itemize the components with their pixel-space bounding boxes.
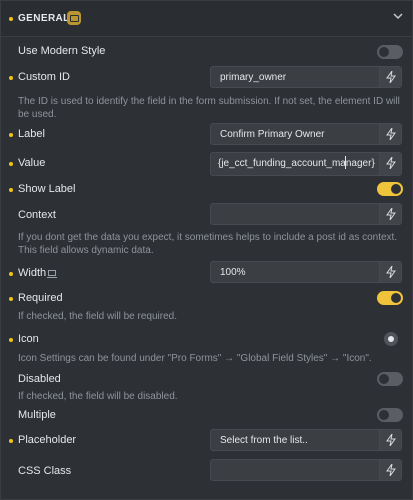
disabled-label: Disabled (18, 373, 61, 385)
toggle-knob (379, 410, 389, 420)
required-toggle[interactable] (377, 291, 403, 305)
show-label-toggle[interactable] (377, 182, 403, 196)
text-caret (345, 156, 346, 169)
dynamic-data-button[interactable] (379, 262, 401, 282)
label-input[interactable]: Confirm Primary Owner (210, 123, 402, 145)
value-value: {je_cct_funding_account_manager} (218, 158, 375, 169)
value-input[interactable]: {je_cct_funding_account_manager} (210, 152, 402, 176)
dynamic-data-button[interactable] (379, 124, 401, 144)
element-badge-icon (67, 11, 81, 25)
section-title: GENERAL (18, 13, 70, 24)
custom-id-label: Custom ID (18, 71, 70, 83)
bolt-icon (386, 71, 396, 83)
bolt-icon (386, 434, 396, 446)
toggle-knob (391, 184, 401, 194)
context-label: Context (18, 209, 56, 221)
custom-id-input[interactable]: primary_owner (210, 66, 402, 88)
icon-picker-icon[interactable] (384, 332, 398, 346)
accent-dot (9, 17, 13, 21)
icon-description: Icon Settings can be found under "Pro Fo… (18, 353, 372, 364)
label-value: Confirm Primary Owner (220, 129, 325, 140)
width-value: 100% (220, 267, 246, 278)
width-label: Width (18, 267, 47, 279)
changed-dot (9, 188, 13, 192)
context-input[interactable] (210, 203, 402, 225)
chevron-down-icon[interactable] (391, 9, 405, 23)
css-class-input[interactable] (210, 459, 402, 481)
disabled-description: If checked, the field will be disabled. (18, 391, 178, 402)
modern-style-label: Use Modern Style (18, 45, 106, 57)
label-field-label: Label (18, 128, 45, 140)
width-input[interactable]: 100% (210, 261, 402, 283)
multiple-label: Multiple (18, 409, 56, 421)
placeholder-label: Placeholder (18, 434, 77, 446)
dynamic-data-button[interactable] (379, 460, 401, 480)
required-label: Required (18, 292, 63, 304)
changed-dot (9, 272, 13, 276)
dynamic-data-button[interactable] (379, 153, 401, 175)
settings-panel: GENERAL Use Modern Style Custom ID prima… (0, 0, 413, 500)
multiple-toggle[interactable] (377, 408, 403, 422)
bolt-icon (386, 208, 396, 220)
dynamic-data-button[interactable] (379, 67, 401, 87)
modern-style-toggle[interactable] (377, 45, 403, 59)
bolt-icon (386, 464, 396, 476)
value-field-label: Value (18, 157, 46, 169)
section-header-general[interactable]: GENERAL (1, 1, 412, 37)
css-class-label: CSS Class (18, 465, 72, 477)
dynamic-data-button[interactable] (379, 204, 401, 224)
placeholder-value: Select from the list.. (220, 435, 308, 446)
toggle-knob (379, 47, 389, 57)
custom-id-value: primary_owner (220, 72, 287, 83)
custom-id-description: The ID is used to identify the field in … (18, 96, 400, 120)
changed-dot (9, 133, 13, 137)
disabled-toggle[interactable] (377, 372, 403, 386)
dynamic-data-button[interactable] (379, 430, 401, 450)
changed-dot (9, 439, 13, 443)
changed-dot (9, 338, 13, 342)
required-description: If checked, the field will be required. (18, 311, 177, 322)
bolt-icon (386, 266, 396, 278)
laptop-icon[interactable] (47, 270, 57, 278)
changed-dot (9, 297, 13, 301)
icon-label: Icon (18, 333, 39, 345)
placeholder-input[interactable]: Select from the list.. (210, 429, 402, 451)
changed-dot (9, 76, 13, 80)
toggle-knob (391, 293, 401, 303)
changed-dot (9, 162, 13, 166)
bolt-icon (386, 157, 396, 169)
toggle-knob (379, 374, 389, 384)
bolt-icon (386, 128, 396, 140)
context-description: If you dont get the data you expect, it … (18, 232, 398, 256)
show-label-label: Show Label (18, 183, 76, 195)
